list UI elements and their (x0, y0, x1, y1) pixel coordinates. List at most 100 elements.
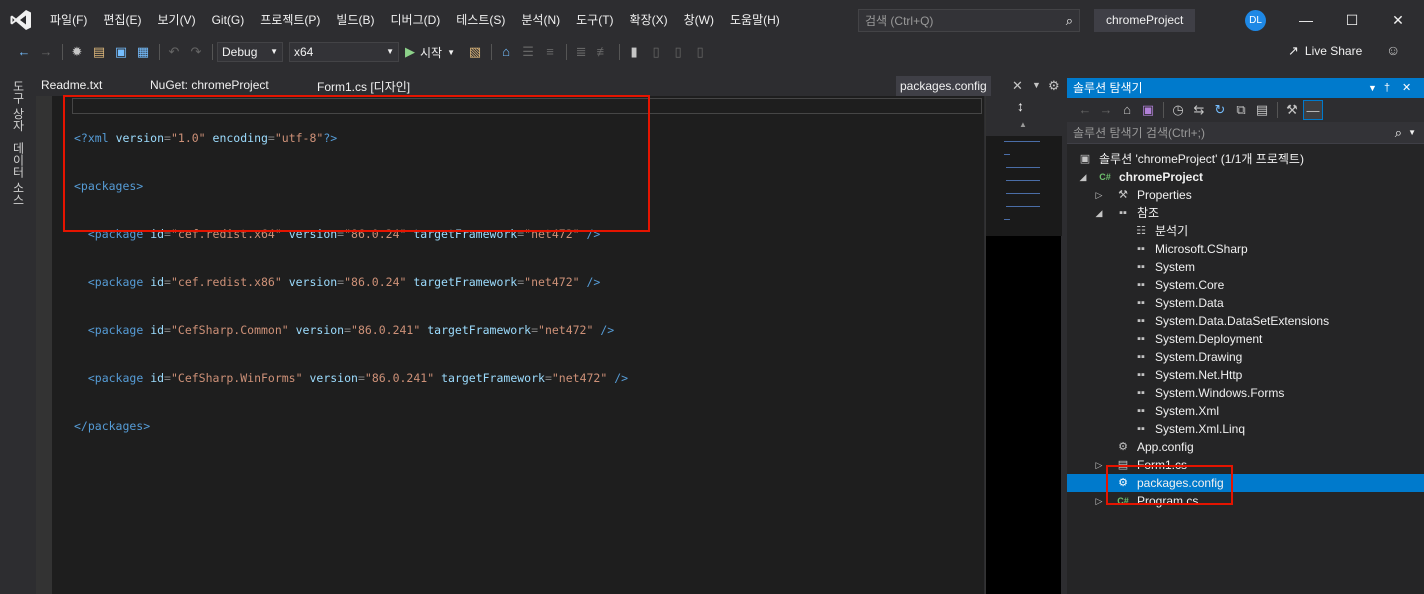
tab-packages-config[interactable]: packages.config (896, 76, 991, 96)
collapsed-arrow-icon[interactable]: ▷ (1094, 492, 1104, 510)
menu-extensions[interactable]: 확장(X) (622, 0, 676, 40)
minimap-viewport[interactable] (986, 136, 1062, 236)
preview-icon[interactable]: — (1303, 100, 1323, 120)
tree-item-properties[interactable]: ▷ ⚒ Properties (1067, 186, 1424, 204)
tree-item-reference[interactable]: ☷ 분석기 (1067, 222, 1424, 240)
save-all-icon[interactable]: ▦ (133, 42, 153, 62)
home-icon[interactable]: ⌂ (1117, 100, 1137, 120)
open-folder-icon[interactable]: ▤ (89, 42, 109, 62)
tree-item-references[interactable]: ◢ ▪▪ 참조 (1067, 204, 1424, 222)
menu-git[interactable]: Git(G) (204, 0, 253, 40)
toolbar-separator (491, 44, 493, 60)
chevron-down-icon: ▼ (447, 47, 456, 57)
collapse-all-icon[interactable]: ⧉ (1231, 100, 1251, 120)
uncomment-icon[interactable]: ≢ (593, 42, 613, 62)
search-icon[interactable]: ⌕ (1066, 13, 1073, 29)
menu-window[interactable]: 창(W) (676, 0, 722, 40)
forward-icon[interactable]: → (36, 42, 56, 62)
editor-minimap[interactable]: ↕ ▲ (985, 96, 1062, 594)
feedback-icon[interactable]: ☺ (1386, 42, 1400, 58)
properties-wrench-icon[interactable]: ⚒ (1282, 100, 1302, 120)
tree-item-label: 분석기 (1155, 224, 1189, 238)
search-input[interactable]: 검색 (Ctrl+Q) ⌕ (858, 9, 1080, 32)
data-sources-tab[interactable]: 데이터 소스 (10, 142, 27, 205)
refresh-icon[interactable]: ↻ (1210, 100, 1230, 120)
step-icon[interactable]: ☰ (518, 42, 538, 62)
chevron-down-icon[interactable]: ▼ (1408, 122, 1416, 144)
split-editor-icon[interactable]: ↕ (1017, 98, 1024, 114)
show-all-files-icon[interactable]: ▤ (1252, 100, 1272, 120)
comment-icon[interactable]: ≣ (571, 42, 591, 62)
tree-item-reference[interactable]: ▪▪ System.Data.DataSetExtensions (1067, 312, 1424, 330)
menu-help[interactable]: 도움말(H) (722, 0, 788, 40)
tree-item-reference[interactable]: ▪▪ System.Xml (1067, 402, 1424, 420)
menu-test[interactable]: 테스트(S) (448, 0, 513, 40)
back-icon[interactable]: ← (14, 42, 34, 62)
avatar[interactable]: DL (1245, 10, 1266, 31)
start-debug-button[interactable]: ▶ 시작 ▼ (405, 44, 455, 61)
tree-item-app-config[interactable]: ⚙ App.config (1067, 438, 1424, 456)
tree-item-reference[interactable]: ▪▪ System.Windows.Forms (1067, 384, 1424, 402)
toolbox-tab[interactable]: 도구 상자 (10, 80, 27, 131)
close-tab-icon[interactable]: ✕ (1012, 78, 1023, 94)
menu-edit[interactable]: 편집(E) (95, 0, 149, 40)
maximize-icon[interactable]: ☐ (1340, 8, 1364, 32)
minimize-icon[interactable]: — (1294, 8, 1318, 32)
menu-view[interactable]: 보기(V) (149, 0, 203, 40)
redo-icon[interactable]: ↷ (186, 42, 206, 62)
new-project-icon[interactable]: ✹ (67, 42, 87, 62)
prev-bookmark-icon[interactable]: ▯ (646, 42, 666, 62)
undo-icon[interactable]: ↶ (164, 42, 184, 62)
menu-analyze[interactable]: 분석(N) (513, 0, 568, 40)
tree-item-reference[interactable]: ▪▪ System.Drawing (1067, 348, 1424, 366)
reference-icon: ▪▪ (1137, 405, 1145, 417)
chevron-down-icon[interactable]: ▼ (1368, 78, 1377, 98)
close-icon[interactable]: ✕ (1402, 78, 1411, 98)
expanded-arrow-icon[interactable]: ◢ (1078, 168, 1088, 186)
bookmark-icon[interactable]: ▮ (624, 42, 644, 62)
save-icon[interactable]: ▣ (111, 42, 131, 62)
tree-item-reference[interactable]: ▪▪ System.Xml.Linq (1067, 420, 1424, 438)
scroll-up-icon[interactable]: ▲ (1019, 120, 1027, 129)
back-icon[interactable]: ← (1075, 100, 1095, 120)
tree-item-reference[interactable]: ▪▪ Microsoft.CSharp (1067, 240, 1424, 258)
toolbar-separator (566, 44, 568, 60)
tab-nuget[interactable]: NuGet: chromeProject (150, 78, 269, 92)
expanded-arrow-icon[interactable]: ◢ (1094, 204, 1104, 222)
browse-icon[interactable]: ⌂ (496, 42, 516, 62)
live-share-button[interactable]: ↗ Live Share (1288, 43, 1362, 59)
collapsed-arrow-icon[interactable]: ▷ (1094, 186, 1104, 204)
close-icon[interactable]: ✕ (1386, 8, 1410, 32)
tree-item-reference[interactable]: ▪▪ System.Data (1067, 294, 1424, 312)
outdent-icon[interactable]: ≡ (540, 42, 560, 62)
search-icon[interactable]: ⌕ (1395, 122, 1402, 144)
browser-link-icon[interactable]: ▧ (465, 42, 485, 62)
solution-search-input[interactable]: 솔루션 탐색기 검색(Ctrl+;) ⌕ ▼ (1067, 122, 1424, 144)
tree-item-solution[interactable]: ▣ 솔루션 'chromeProject' (1/1개 프로젝트) (1067, 150, 1424, 168)
menu-build[interactable]: 빌드(B) (328, 0, 382, 40)
tree-item-reference[interactable]: ▪▪ System.Net.Http (1067, 366, 1424, 384)
menu-tools[interactable]: 도구(T) (568, 0, 621, 40)
menu-file[interactable]: 파일(F) (42, 0, 95, 40)
tree-item-reference[interactable]: ▪▪ System.Deployment (1067, 330, 1424, 348)
tree-item-reference[interactable]: ▪▪ System (1067, 258, 1424, 276)
tab-readme[interactable]: Readme.txt (41, 78, 102, 92)
pin-icon[interactable]: † (1384, 78, 1390, 98)
menu-debug[interactable]: 디버그(D) (382, 0, 448, 40)
next-bookmark-icon[interactable]: ▯ (668, 42, 688, 62)
pending-changes-icon[interactable]: ◷ (1168, 100, 1188, 120)
configuration-select[interactable]: Debug ▼ (217, 42, 283, 62)
switch-views-icon[interactable]: ▣ (1138, 100, 1158, 120)
chevron-down-icon[interactable]: ▼ (1032, 80, 1041, 90)
tree-item-reference[interactable]: ▪▪ System.Core (1067, 276, 1424, 294)
tab-form1-designer[interactable]: Form1.cs [디자인] (317, 78, 410, 95)
clear-bookmarks-icon[interactable]: ▯ (690, 42, 710, 62)
forward-icon[interactable]: → (1096, 100, 1116, 120)
menu-project[interactable]: 프로젝트(P) (252, 0, 328, 40)
sync-icon[interactable]: ⇆ (1189, 100, 1209, 120)
visual-studio-logo-icon[interactable] (0, 0, 42, 40)
tree-item-project[interactable]: ◢ C# chromeProject (1067, 168, 1424, 186)
settings-gear-icon[interactable]: ⚙ (1048, 78, 1060, 94)
collapsed-arrow-icon[interactable]: ▷ (1094, 456, 1104, 474)
platform-select[interactable]: x64 ▼ (289, 42, 399, 62)
